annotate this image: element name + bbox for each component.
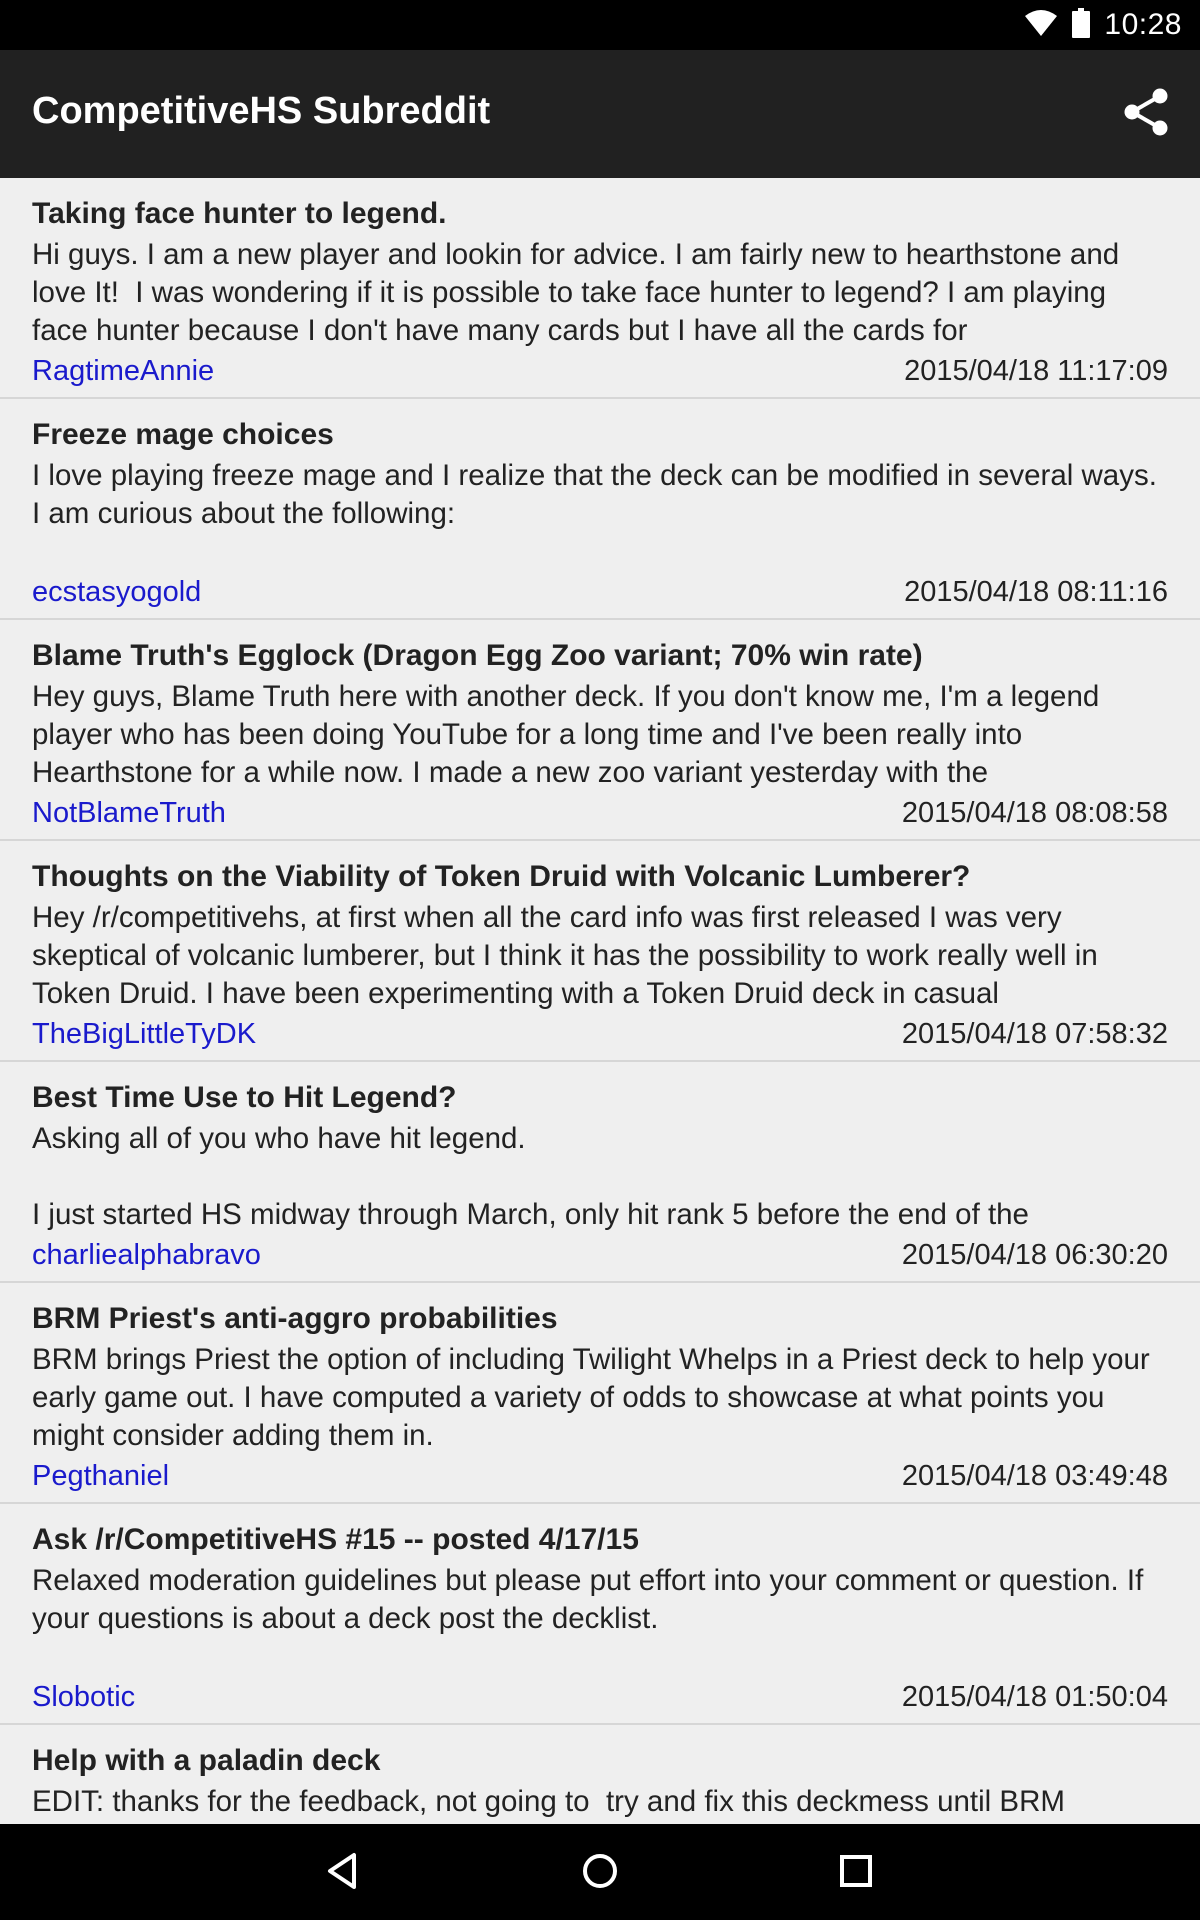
post-item[interactable]: Help with a paladin deck EDIT: thanks fo… [0,1725,1200,1824]
post-item[interactable]: Blame Truth's Egglock (Dragon Egg Zoo va… [0,620,1200,841]
post-date: 2015/04/18 01:50:04 [901,1680,1168,1713]
app-title: CompetitiveHS Subreddit [32,90,491,132]
post-item[interactable]: Freeze mage choices I love playing freez… [0,399,1200,620]
status-bar: 10:28 [0,0,1200,50]
post-list[interactable]: Taking face hunter to legend. Hi guys. I… [0,178,1200,1824]
status-icons: 10:28 [1024,6,1182,44]
post-footer: charliealphabravo 2015/04/18 06:30:20 [32,1235,1168,1275]
post-body: Hi guys. I am a new player and lookin fo… [32,238,1128,347]
post-author-link[interactable]: ecstasyogold [32,576,201,609]
status-time: 10:28 [1104,8,1182,41]
post-body: EDIT: thanks for the feedback, not going… [32,1785,1065,1818]
post-footer: RagtimeAnnie 2015/04/18 11:17:09 [32,351,1168,391]
post-item[interactable]: Taking face hunter to legend. Hi guys. I… [0,178,1200,399]
post-footer: ecstasyogold 2015/04/18 08:11:16 [32,572,1168,612]
home-button[interactable] [575,1848,625,1898]
post-title: Freeze mage choices [32,418,334,451]
home-icon [580,1851,620,1896]
post-title: Taking face hunter to legend. [32,197,447,230]
post-body: Asking all of you who have hit legend. I… [32,1122,1029,1231]
post-date: 2015/04/18 07:58:32 [901,1017,1168,1050]
post-item[interactable]: BRM Priest's anti-aggro probabilities BR… [0,1283,1200,1504]
post-body: I love playing freeze mage and I realize… [32,459,1166,530]
back-button[interactable] [318,1848,368,1898]
recents-button[interactable] [831,1848,881,1898]
recents-icon [836,1851,876,1896]
post-body: Hey guys, Blame Truth here with another … [32,680,1108,789]
battery-icon [1072,7,1091,43]
wifi-icon [1024,9,1058,42]
post-title: Ask /r/CompetitiveHS #15 -- posted 4/17/… [32,1523,639,1556]
post-footer: TheBigLittleTyDK 2015/04/18 07:58:32 [32,1014,1168,1054]
navigation-bar [0,1824,1200,1920]
post-date: 2015/04/18 06:30:20 [901,1238,1168,1271]
post-date: 2015/04/18 11:17:09 [904,354,1168,387]
post-title: Blame Truth's Egglock (Dragon Egg Zoo va… [32,639,923,672]
post-item[interactable]: Best Time Use to Hit Legend? Asking all … [0,1062,1200,1283]
post-author-link[interactable]: Pegthaniel [32,1460,169,1493]
post-title: Best Time Use to Hit Legend? [32,1081,457,1114]
share-button[interactable] [1118,86,1174,142]
post-author-link[interactable]: TheBigLittleTyDK [32,1018,256,1051]
back-icon [323,1851,363,1896]
post-date: 2015/04/18 08:11:16 [904,575,1168,608]
post-date: 2015/04/18 08:08:58 [901,796,1168,829]
post-footer: Slobotic 2015/04/18 01:50:04 [32,1677,1168,1717]
post-footer: NotBlameTruth 2015/04/18 08:08:58 [32,793,1168,833]
post-date: 2015/04/18 03:49:48 [901,1459,1168,1492]
post-footer: Pegthaniel 2015/04/18 03:49:48 [32,1456,1168,1496]
post-item[interactable]: Thoughts on the Viability of Token Druid… [0,841,1200,1062]
share-icon [1120,86,1172,143]
post-author-link[interactable]: RagtimeAnnie [32,355,214,388]
post-author-link[interactable]: NotBlameTruth [32,797,226,830]
post-title: Help with a paladin deck [32,1744,381,1777]
post-title: BRM Priest's anti-aggro probabilities [32,1302,558,1335]
post-item[interactable]: Ask /r/CompetitiveHS #15 -- posted 4/17/… [0,1504,1200,1725]
post-body: Hey /r/competitivehs, at first when all … [32,901,1106,1010]
post-body: Relaxed moderation guidelines but please… [32,1564,1152,1635]
post-author-link[interactable]: charliealphabravo [32,1239,261,1272]
post-author-link[interactable]: Slobotic [32,1681,135,1714]
app-bar: CompetitiveHS Subreddit [0,50,1200,178]
post-body: BRM brings Priest the option of includin… [32,1343,1158,1452]
post-title: Thoughts on the Viability of Token Druid… [32,860,971,893]
